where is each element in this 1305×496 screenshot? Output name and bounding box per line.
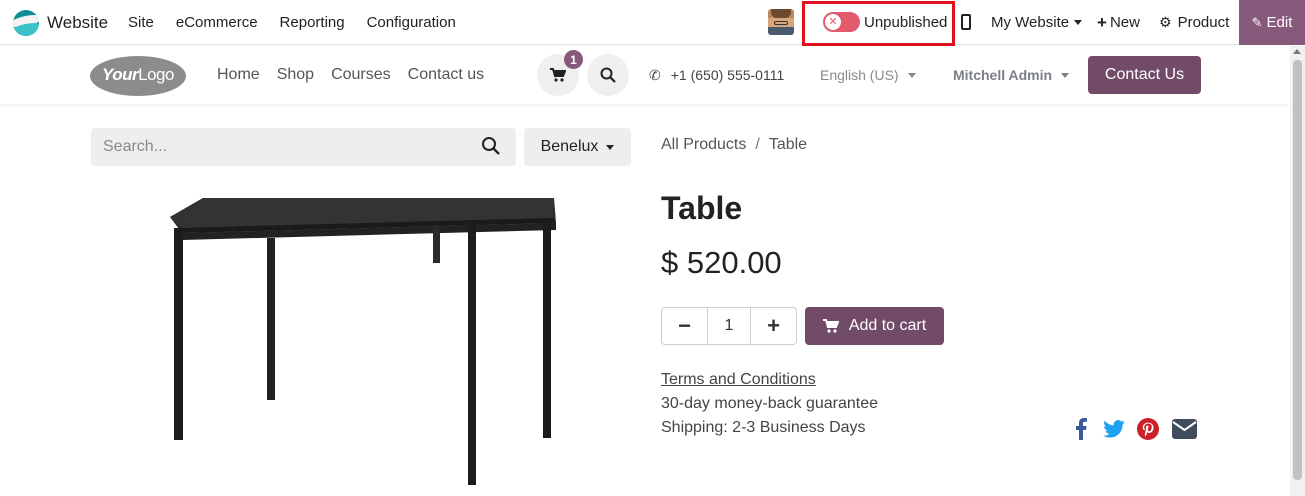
app-name[interactable]: Website: [47, 0, 108, 45]
pencil-icon: ✎: [1251, 14, 1263, 30]
guarantee-text: 30-day money-back guarantee: [661, 395, 879, 412]
breadcrumb-all-products[interactable]: All Products: [661, 136, 746, 154]
search-icon: [600, 67, 616, 83]
user-name: Mitchell Admin: [953, 67, 1053, 83]
logo-text-logo: Logo: [138, 65, 174, 84]
page-scrollbar[interactable]: [1290, 46, 1305, 496]
menu-item-configuration[interactable]: Configuration: [367, 14, 456, 31]
scroll-up-icon[interactable]: [1293, 49, 1301, 54]
add-to-cart-button[interactable]: Add to cart: [805, 307, 944, 345]
user-avatar[interactable]: [768, 9, 794, 35]
menu-item-reporting[interactable]: Reporting: [280, 14, 345, 31]
twitter-icon[interactable]: [1101, 416, 1127, 442]
phone-number: +1 (650) 555-0111: [670, 67, 785, 83]
new-button-label: New: [1109, 14, 1140, 31]
minus-icon[interactable]: −: [662, 308, 707, 344]
product-image[interactable]: [160, 190, 570, 490]
quantity-value[interactable]: 1: [707, 308, 751, 344]
caret-down-icon: [1061, 72, 1070, 78]
menu-item-site[interactable]: Site: [128, 14, 154, 31]
edit-button-label: Edit: [1266, 14, 1293, 31]
mobile-icon[interactable]: [961, 14, 971, 30]
facebook-icon[interactable]: [1072, 416, 1090, 442]
logo-text-your: Your: [102, 65, 139, 84]
pricelist-label: Benelux: [540, 138, 599, 155]
contact-us-button[interactable]: Contact Us: [1088, 56, 1201, 94]
breadcrumb: All Products / Table: [661, 136, 807, 154]
nav-shop[interactable]: Shop: [277, 66, 314, 84]
shipping-text: Shipping: 2-3 Business Days: [661, 419, 866, 436]
caret-down-icon: [606, 144, 615, 150]
quantity-stepper: − 1 +: [661, 307, 797, 345]
site-logo[interactable]: Your Logo: [90, 56, 186, 96]
language-selector[interactable]: English (US): [820, 46, 916, 104]
product-button[interactable]: ⚙ Product: [1159, 0, 1229, 45]
cart-icon: [550, 68, 566, 82]
phone-icon: ✆: [649, 66, 661, 83]
odoo-top-bar: Website Site eCommerce Reporting Configu…: [0, 0, 1305, 46]
nav-contact-us[interactable]: Contact us: [408, 66, 484, 84]
highlight-box: [802, 1, 955, 46]
odoo-website-icon[interactable]: [13, 0, 39, 45]
product-search: [91, 128, 516, 166]
cart-icon: [822, 319, 839, 333]
envelope-icon[interactable]: [1171, 416, 1198, 442]
product-price: $ 520.00: [661, 245, 782, 280]
gear-icon: ⚙: [1159, 14, 1172, 30]
pricelist-dropdown[interactable]: Benelux: [524, 128, 631, 166]
new-button[interactable]: + New: [1097, 0, 1140, 45]
edit-button[interactable]: ✎ Edit: [1239, 0, 1305, 45]
top-menu: Site eCommerce Reporting Configuration: [128, 0, 478, 45]
breadcrumb-separator: /: [755, 136, 760, 153]
plus-icon[interactable]: +: [751, 308, 796, 344]
cart-count-badge: 1: [564, 50, 583, 69]
menu-item-ecommerce[interactable]: eCommerce: [176, 14, 258, 31]
breadcrumb-current: Table: [768, 136, 808, 153]
terms-link[interactable]: Terms and Conditions: [661, 371, 816, 389]
product-button-label: Product: [1177, 14, 1230, 31]
site-header: Your Logo Home Shop Courses Contact us 1 …: [0, 46, 1290, 104]
plus-icon: +: [1097, 12, 1107, 32]
nav-home[interactable]: Home: [217, 66, 260, 84]
add-to-cart-label: Add to cart: [848, 317, 927, 334]
caret-down-icon: [1074, 20, 1083, 25]
product-title: Table: [661, 190, 743, 226]
website-selector-label: My Website: [991, 14, 1070, 31]
website-selector[interactable]: My Website: [991, 0, 1083, 45]
user-menu[interactable]: Mitchell Admin: [953, 46, 1070, 104]
language-label: English (US): [820, 67, 899, 83]
phone-contact[interactable]: ✆ +1 (650) 555-0111: [649, 46, 784, 104]
search-input[interactable]: [91, 128, 471, 166]
nav-courses[interactable]: Courses: [331, 66, 391, 84]
caret-down-icon: [907, 72, 916, 78]
search-icon[interactable]: [481, 136, 501, 156]
header-search-button[interactable]: [587, 54, 629, 96]
scrollbar-thumb[interactable]: [1293, 60, 1302, 480]
pinterest-icon[interactable]: [1136, 416, 1160, 442]
site-nav: Home Shop Courses Contact us: [217, 46, 501, 104]
